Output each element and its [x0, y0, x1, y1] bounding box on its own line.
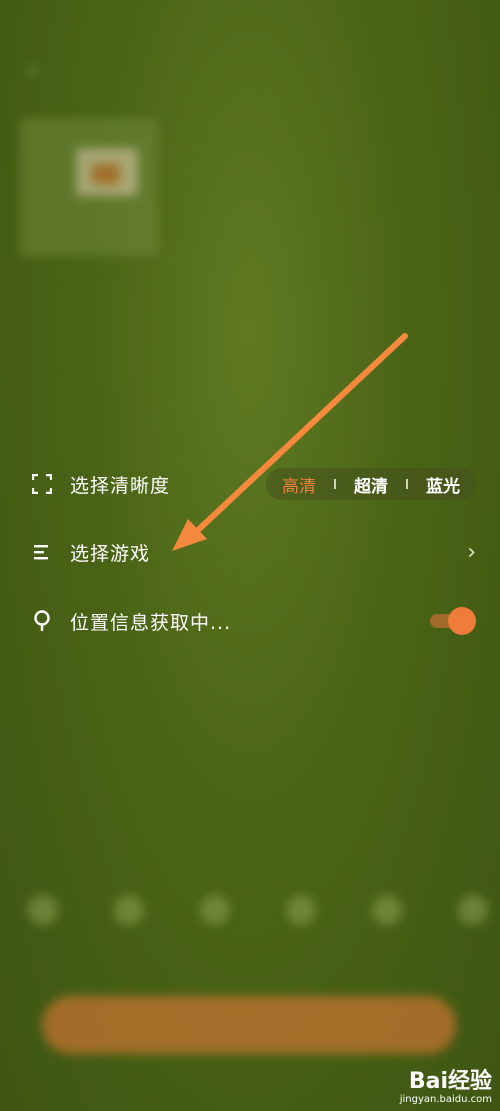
resolution-row: 选择清晰度 高清 超清 蓝光 [30, 464, 476, 504]
select-game-label: 选择游戏 [70, 542, 151, 565]
divider [334, 479, 336, 489]
share-icon[interactable] [114, 895, 144, 925]
location-toggle[interactable] [428, 607, 476, 635]
resolution-selector: 高清 超清 蓝光 [266, 468, 476, 500]
resolution-option-hd[interactable]: 高清 [282, 472, 316, 497]
share-row [28, 895, 488, 925]
share-icon[interactable] [286, 895, 316, 925]
start-button[interactable] [42, 996, 456, 1054]
location-label: 位置信息获取中... [70, 611, 232, 634]
back-icon[interactable]: ‹ [28, 58, 37, 83]
location-row: 位置信息获取中... [30, 601, 476, 641]
resolution-option-bluray[interactable]: 蓝光 [426, 472, 460, 497]
divider [406, 479, 408, 489]
share-icon[interactable] [28, 895, 58, 925]
watermark-logo: Bai经验 [408, 1069, 492, 1094]
share-icon[interactable] [458, 895, 488, 925]
fullscreen-corners-icon [30, 472, 54, 496]
list-icon [30, 540, 54, 564]
resolution-option-fhd[interactable]: 超清 [354, 472, 388, 497]
cover-art [76, 148, 138, 196]
status-bar [40, 8, 460, 28]
select-game-row[interactable]: 选择游戏 › [30, 532, 476, 572]
watermark-url: jingyan.baidu.com [399, 1094, 492, 1105]
watermark: Bai经验 jingyan.baidu.com [399, 1069, 492, 1106]
resolution-label: 选择清晰度 [70, 474, 171, 497]
share-icon[interactable] [200, 895, 230, 925]
location-pin-icon [30, 609, 54, 633]
game-cover [20, 118, 158, 256]
share-icon[interactable] [372, 895, 402, 925]
chevron-right-icon: › [467, 539, 476, 565]
toggle-knob [448, 607, 476, 635]
